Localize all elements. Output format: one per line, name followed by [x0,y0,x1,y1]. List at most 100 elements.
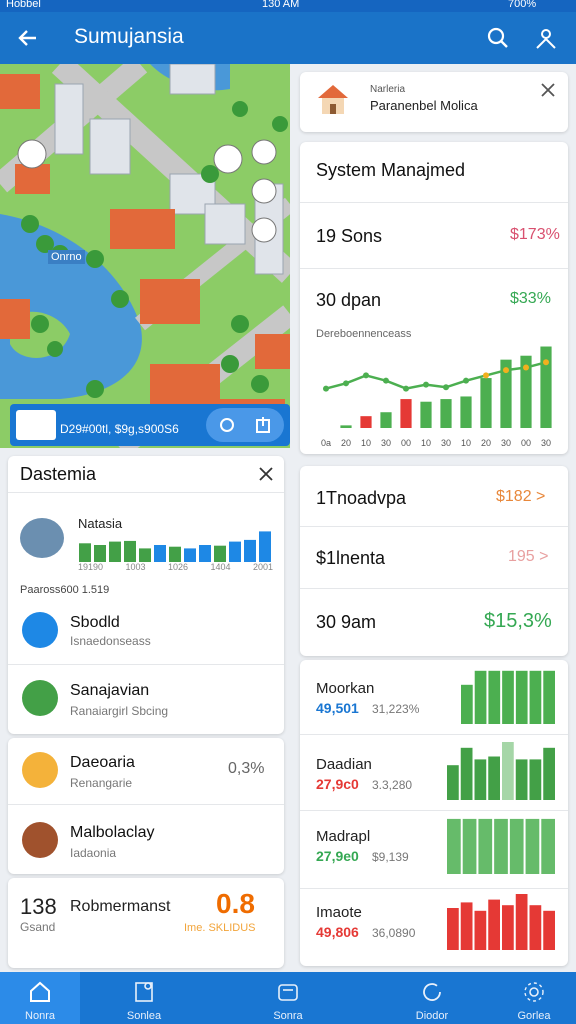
shop-icon [22,822,58,858]
x-tick-label: 20 [481,438,491,448]
list-item-sub: Renangarie [70,776,133,790]
list-item-value: 0,3% [228,760,265,777]
chart-bar [360,416,372,428]
mini-bar-chart [461,670,555,724]
chart-row-title: Imaote [316,904,362,921]
profile-icon[interactable] [534,26,558,50]
close-icon[interactable] [540,82,556,98]
system-row-value: $173% [510,226,560,243]
chart-point [463,377,469,384]
badge-value: 0.8 [216,888,255,919]
card-sub: Gsand [20,920,56,934]
close-icon[interactable] [258,466,274,482]
mini-bar [79,543,91,562]
tick: 1404 [210,562,231,572]
left-list-card: Daeoaria Renangarie 0,3% Malbolaclay Iad… [8,738,284,874]
system-row-value: $33% [510,290,551,307]
summary-label[interactable]: $1lnenta [316,548,385,569]
badge-sub: Ime. SKLIDUS [184,922,256,934]
pin-icon[interactable] [218,416,236,434]
mini-bar-chart [447,894,555,950]
mini-bar [474,670,487,724]
mini-bar [515,759,528,800]
chart-row[interactable]: Madrapl 27,9e0 $9,139 [300,812,568,886]
notification-card[interactable]: Narleria Paranenbel Molica [300,72,568,132]
mini-bar [488,756,500,800]
summary-label[interactable]: 1Tnoadvpa [316,488,406,509]
nav-settings[interactable]: Gorlea [494,972,574,1024]
map-info-bar[interactable]: D29#00tl, $9g,s900S6 [10,404,290,446]
chart-point [483,372,489,379]
chart-bar [460,396,472,428]
mini-bar [139,548,151,562]
nav-wallet[interactable]: Sonra [248,972,328,1024]
mini-bar [474,910,487,950]
mini-bar [543,747,555,800]
chart-point [383,377,389,384]
nav-refresh[interactable]: Diodor [392,972,472,1024]
system-row-label: 30 dpan [316,290,382,310]
notification-line2: Paranenbel Molica [370,98,478,113]
summary-value[interactable]: $182 > [496,488,545,506]
wallet-icon [278,984,298,1001]
chart-row-title: Daadian [316,756,372,773]
summary-value: $15,3% [484,610,552,632]
house-icon [318,85,348,114]
nav-home[interactable]: Nonra [0,972,80,1024]
mini-bar [529,670,542,724]
share-icon[interactable] [254,416,272,434]
mini-bar [515,670,528,724]
nav-label: Sonra [273,1010,303,1022]
system-card: System Manajmed 19 Sons $173% 30 dpan $3… [300,142,568,454]
system-chart: 0a 20 10 30 00 10 30 10 20 30 00 30 [321,346,552,448]
mini-bar [460,747,473,800]
section-label: Paaross600 1.519 [20,584,110,596]
home-icon [30,981,50,1002]
tick: 2001 [252,562,273,572]
mini-bar [478,818,493,874]
chart-point [403,385,409,392]
map-illustration [0,64,290,448]
mini-bar [462,818,477,874]
list-item-sub: Ranaiargirl Sbcing [70,704,169,718]
list-item-title[interactable]: Sanajavian [70,682,149,700]
nav-search[interactable]: Sonlea [104,972,184,1024]
list-item-title[interactable]: Daeoaria [70,754,135,772]
mini-bar [109,541,121,562]
mini-bar [447,818,461,874]
x-tick-label: 30 [441,438,451,448]
chart-row[interactable]: Moorkan 49,501 31,223% [300,660,568,734]
nav-label: Nonra [25,1010,55,1022]
nav-label: Gorlea [517,1010,551,1022]
list-item-title[interactable]: Malbolaclay [70,824,154,842]
tick: 1026 [167,562,188,572]
list-item-title[interactable]: Sbodld [70,614,120,632]
mini-bar [94,545,106,562]
mini-bar [543,670,555,724]
chart-bar [340,425,352,428]
chart-point [363,372,369,379]
location-thumbnail [16,410,56,440]
natasia-bar-chart [79,531,271,562]
x-tick-label: 30 [381,438,391,448]
search-icon[interactable] [486,26,510,50]
mini-bar [502,670,514,724]
mini-bar [488,670,501,724]
count-value: 138 [20,894,57,919]
chart-row[interactable]: Imaote 49,806 36,0890 [300,890,568,964]
chart-row-num: 27,9c0 [316,776,359,792]
summary-value[interactable]: 195 > [508,548,548,566]
chart-row-title: Madrapl [316,828,371,845]
city-map[interactable]: Onrno [0,64,290,448]
chart-row-num: 27,9e0 [316,848,359,864]
summary-label[interactable]: 30 9am [316,612,376,633]
chart-row[interactable]: Daadian 27,9c0 3.3,280 [300,736,568,810]
back-arrow-icon[interactable] [16,26,40,50]
badge-icon [22,752,58,788]
mini-bar [474,759,487,800]
chart-bar [480,378,492,428]
carrier-text: Hobbel [6,0,41,10]
mini-bar [502,905,514,950]
mini-bar [169,546,181,562]
gear-icon [524,982,544,1002]
